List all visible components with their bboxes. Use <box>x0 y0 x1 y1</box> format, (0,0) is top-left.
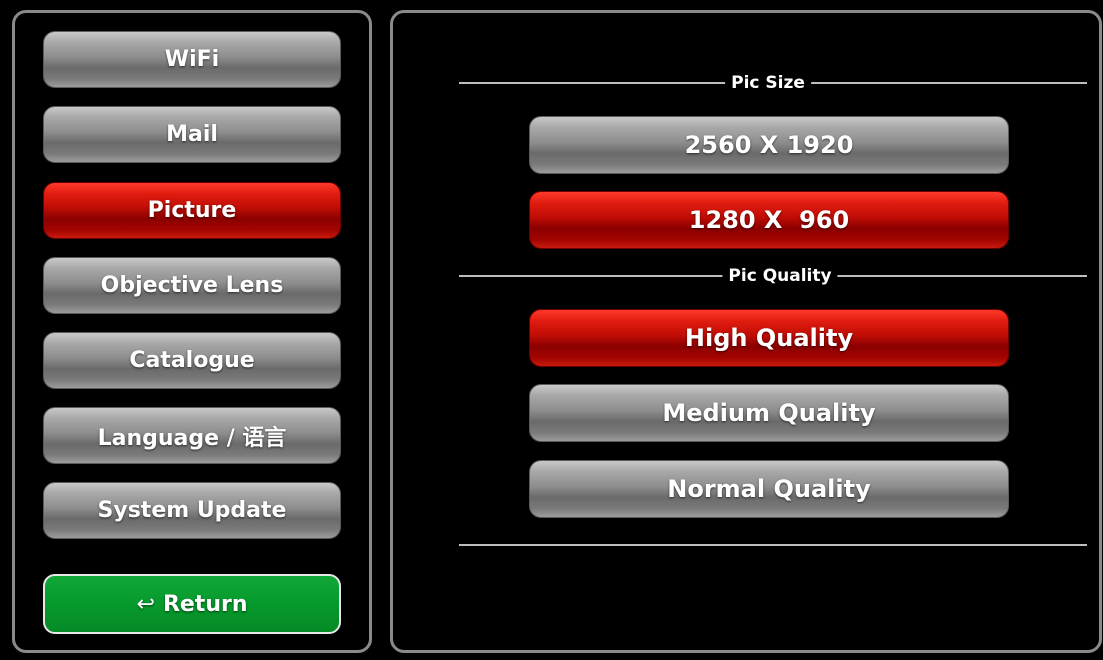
settings-screen: WiFi Mail Picture Objective Lens Catalog… <box>0 0 1103 660</box>
pic-size-option-1280x960[interactable]: 1280 X 960 <box>529 191 1009 249</box>
quality-option-normal[interactable]: Normal Quality <box>529 460 1009 518</box>
sidebar-item-label: Language / 语言 <box>97 425 287 451</box>
sidebar-item-label: System Update <box>97 498 287 523</box>
option-label: 1280 X 960 <box>688 206 850 234</box>
sidebar-item-catalogue[interactable]: Catalogue <box>43 332 341 389</box>
quality-option-high[interactable]: High Quality <box>529 309 1009 367</box>
sidebar-item-label: Catalogue <box>129 348 255 373</box>
quality-option-medium[interactable]: Medium Quality <box>529 384 1009 442</box>
sidebar-item-label: Picture <box>147 198 237 223</box>
sidebar-item-objective-lens[interactable]: Objective Lens <box>43 257 341 314</box>
pic-size-option-2560x1920[interactable]: 2560 X 1920 <box>529 116 1009 174</box>
sidebar-item-label: WiFi <box>164 47 220 72</box>
option-label: Normal Quality <box>667 475 871 503</box>
return-label: Return <box>162 591 248 617</box>
sidebar-item-system-update[interactable]: System Update <box>43 482 341 539</box>
option-label: High Quality <box>684 324 854 352</box>
option-label: 2560 X 1920 <box>684 131 854 159</box>
option-label: Medium Quality <box>662 399 876 427</box>
sidebar-item-mail[interactable]: Mail <box>43 106 341 163</box>
sidebar-item-picture[interactable]: Picture <box>43 182 341 239</box>
sidebar-item-label: Mail <box>166 122 218 147</box>
pic-size-heading: Pic Size <box>725 73 811 93</box>
bottom-divider <box>459 544 1087 546</box>
pic-quality-heading: Pic Quality <box>722 266 838 286</box>
sidebar-item-language[interactable]: Language / 语言 <box>43 407 341 464</box>
return-arrow-icon: ↩ <box>136 591 155 617</box>
sidebar-item-wifi[interactable]: WiFi <box>43 31 341 88</box>
return-button[interactable]: ↩ Return <box>43 574 341 634</box>
sidebar-item-label: Objective Lens <box>100 273 284 298</box>
